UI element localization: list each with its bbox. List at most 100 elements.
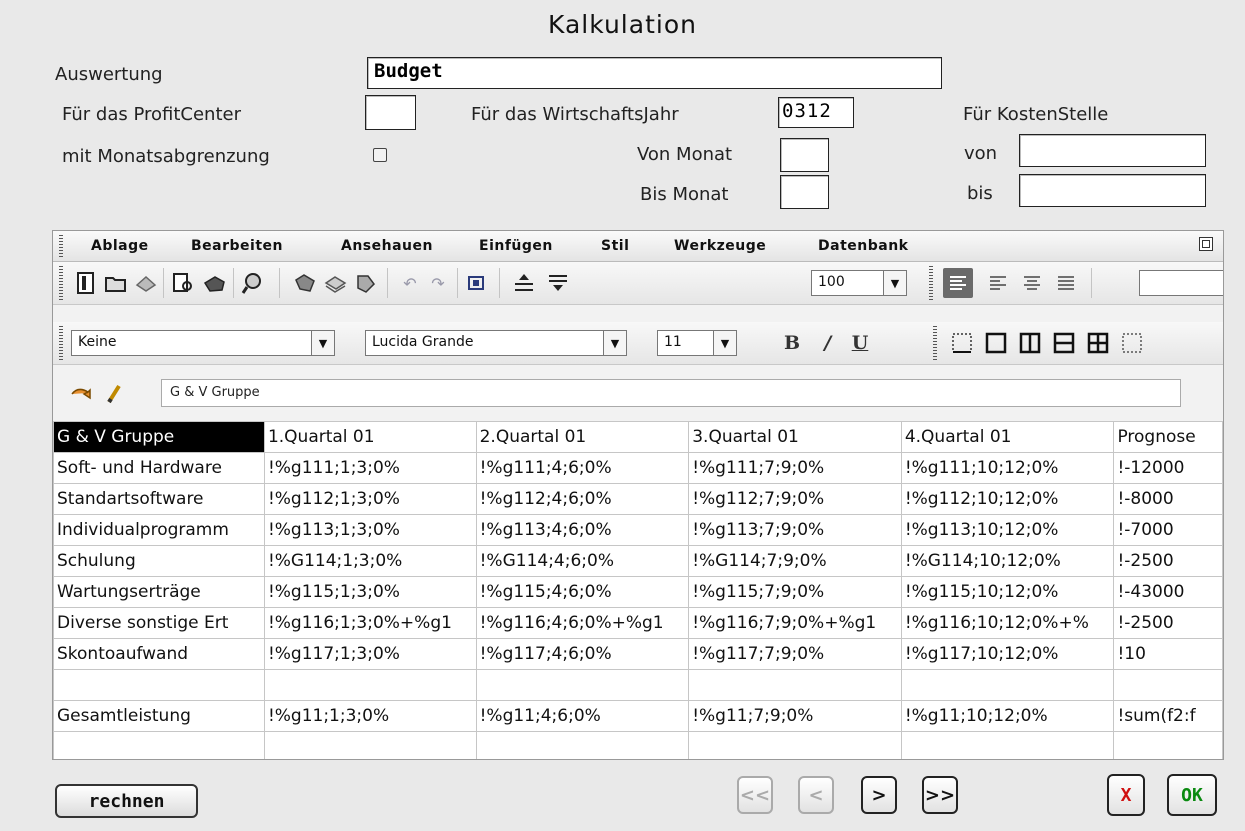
- pencil-edit-icon[interactable]: [101, 381, 127, 407]
- grid-cell[interactable]: !%g112;10;12;0%: [900, 483, 1115, 515]
- grid-cell[interactable]: [475, 731, 690, 759]
- zoom-select[interactable]: 100 ▼: [811, 270, 907, 296]
- grid-cell[interactable]: [688, 669, 902, 701]
- grid-cell[interactable]: Soft- und Hardware: [53, 452, 265, 484]
- grid-cell[interactable]: Gesamtleistung: [53, 700, 265, 732]
- grid-cell[interactable]: !10: [1113, 638, 1223, 670]
- sort-descending-icon[interactable]: [545, 270, 571, 296]
- next-record-button[interactable]: >: [861, 776, 897, 814]
- border-none-icon[interactable]: [949, 330, 975, 356]
- grid-cell[interactable]: !%g11;7;9;0%: [688, 700, 902, 732]
- grid-cell[interactable]: !-2500: [1113, 607, 1223, 639]
- grid-cell[interactable]: !-12000: [1113, 452, 1223, 484]
- grid-cell[interactable]: !%g115;4;6;0%: [475, 576, 690, 608]
- grid-cell[interactable]: !%g117;7;9;0%: [688, 638, 902, 670]
- grid-cell[interactable]: !-43000: [1113, 576, 1223, 608]
- grid-cell[interactable]: !%g112;7;9;0%: [688, 483, 902, 515]
- grid-cell[interactable]: [1113, 669, 1223, 701]
- previous-record-button[interactable]: <: [798, 776, 834, 814]
- menu-datenbank[interactable]: Datenbank: [818, 238, 908, 254]
- save-icon[interactable]: [133, 270, 159, 296]
- rechnen-button[interactable]: rechnen: [55, 784, 198, 818]
- copy-icon[interactable]: [323, 270, 349, 296]
- redo-icon[interactable]: ↷: [425, 270, 451, 296]
- grid-cell[interactable]: Standartsoftware: [53, 483, 265, 515]
- grid-cell[interactable]: Individualprogramm: [53, 514, 265, 546]
- toolbar-grip[interactable]: [59, 266, 63, 300]
- wirtschaftsjahr-field[interactable]: 0312: [778, 97, 854, 128]
- kostenstelle-von-field[interactable]: [1019, 134, 1206, 167]
- border-outline-icon[interactable]: [983, 330, 1009, 356]
- italic-icon[interactable]: /: [815, 330, 841, 356]
- grid-cell[interactable]: Prognose: [1113, 421, 1223, 453]
- align-justify-icon[interactable]: [1053, 270, 1079, 296]
- undo-icon[interactable]: ↶: [397, 270, 423, 296]
- grid-cell[interactable]: Wartungserträge: [53, 576, 265, 608]
- window-toggle-icon[interactable]: [1199, 237, 1213, 251]
- grid-cell[interactable]: !%g113;7;9;0%: [688, 514, 902, 546]
- von-monat-field[interactable]: [780, 138, 829, 172]
- align-left-icon[interactable]: [985, 270, 1011, 296]
- grid-cell[interactable]: !-8000: [1113, 483, 1223, 515]
- align-left-selected-button[interactable]: [943, 268, 973, 298]
- first-record-button[interactable]: <<: [737, 776, 773, 814]
- grid-cell[interactable]: !%G114;10;12;0%: [900, 545, 1115, 577]
- grid-cell[interactable]: !%g11;10;12;0%: [900, 700, 1115, 732]
- new-document-icon[interactable]: [73, 270, 99, 296]
- grid-cell[interactable]: [263, 669, 477, 701]
- grid-cell[interactable]: Diverse sonstige Ert: [53, 607, 265, 639]
- menu-stil[interactable]: Stil: [601, 238, 629, 254]
- monatsabgrenzung-checkbox[interactable]: [373, 148, 387, 162]
- grid-cell[interactable]: !%g115;7;9;0%: [688, 576, 902, 608]
- auswertung-field[interactable]: Budget: [367, 57, 942, 89]
- grid-cell[interactable]: 3.Quartal 01: [688, 421, 902, 453]
- grid-cell[interactable]: [475, 669, 690, 701]
- last-record-button[interactable]: >>: [922, 776, 958, 814]
- border-horizontal-icon[interactable]: [1051, 330, 1077, 356]
- print-icon[interactable]: [201, 270, 227, 296]
- grid-cell[interactable]: [53, 669, 265, 701]
- grid-cell[interactable]: !%G114;1;3;0%: [263, 545, 477, 577]
- grid-cell[interactable]: [900, 669, 1115, 701]
- grid-cell[interactable]: !%g117;4;6;0%: [475, 638, 690, 670]
- border-dotted-icon[interactable]: [1119, 330, 1145, 356]
- grid-cell[interactable]: !%g111;7;9;0%: [688, 452, 902, 484]
- grid-cell[interactable]: !%g11;1;3;0%: [263, 700, 477, 732]
- menubar-grip[interactable]: [59, 235, 63, 257]
- menu-werkzeuge[interactable]: Werkzeuge: [674, 238, 766, 254]
- grid-cell[interactable]: G & V Gruppe: [53, 421, 265, 453]
- bis-monat-field[interactable]: [780, 175, 829, 209]
- font-size-select[interactable]: 11 ▼: [657, 330, 737, 356]
- grid-cell[interactable]: [53, 731, 265, 759]
- grid-cell[interactable]: Schulung: [53, 545, 265, 577]
- grid-cell[interactable]: Skontoaufwand: [53, 638, 265, 670]
- grid-cell[interactable]: !%g113;10;12;0%: [900, 514, 1115, 546]
- menu-einfuegen[interactable]: Einfügen: [479, 238, 553, 254]
- menu-bearbeiten[interactable]: Bearbeiten: [191, 238, 283, 254]
- grid-cell[interactable]: !%g113;1;3;0%: [263, 514, 477, 546]
- grid-cell[interactable]: !%g111;1;3;0%: [263, 452, 477, 484]
- grid-cell[interactable]: !-7000: [1113, 514, 1223, 546]
- grid-cell[interactable]: !%g117;1;3;0%: [263, 638, 477, 670]
- ok-button[interactable]: OK: [1167, 774, 1217, 816]
- align-center-icon[interactable]: [1019, 270, 1045, 296]
- grid-cell[interactable]: !%g111;4;6;0%: [475, 452, 690, 484]
- grid-cell[interactable]: !%g117;10;12;0%: [900, 638, 1115, 670]
- grid-cell[interactable]: !sum(f2:f: [1113, 700, 1223, 732]
- grid-cell[interactable]: !%g113;4;6;0%: [475, 514, 690, 546]
- menu-ansehauen[interactable]: Ansehauen: [341, 238, 433, 254]
- grid-cell[interactable]: !%g115;10;12;0%: [900, 576, 1115, 608]
- grid-cell[interactable]: !%g116;4;6;0%+%g1: [475, 607, 690, 639]
- fit-selection-icon[interactable]: [463, 270, 489, 296]
- border-vertical-icon[interactable]: [1017, 330, 1043, 356]
- underline-icon[interactable]: U: [847, 330, 873, 356]
- print-preview-icon[interactable]: [171, 270, 197, 296]
- grid-cell[interactable]: !%g112;4;6;0%: [475, 483, 690, 515]
- border-grid-icon[interactable]: [1085, 330, 1111, 356]
- grid-cell[interactable]: !%g116;7;9;0%+%g1: [688, 607, 902, 639]
- grid-cell[interactable]: !%G114;7;9;0%: [688, 545, 902, 577]
- format-field[interactable]: [1139, 270, 1223, 296]
- grid-cell[interactable]: !%g116;1;3;0%+%g1: [263, 607, 477, 639]
- font-select[interactable]: Lucida Grande ▼: [365, 330, 627, 356]
- grid-cell[interactable]: [900, 731, 1115, 759]
